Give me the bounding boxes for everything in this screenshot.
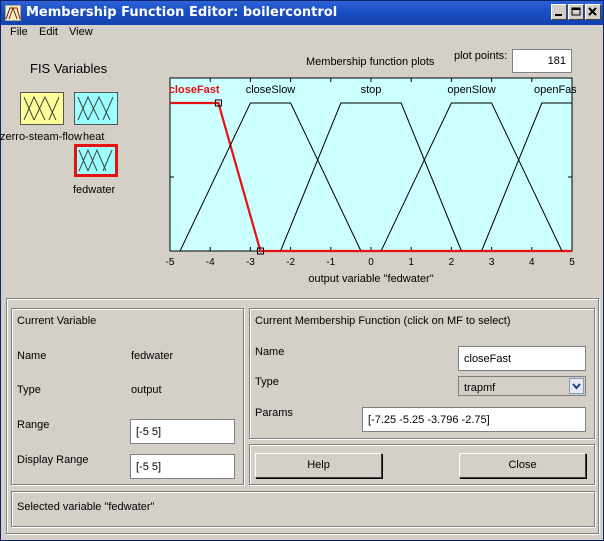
- title-bar[interactable]: Membership Function Editor: boilercontro…: [1, 1, 603, 25]
- mf-label-openFast: openFast: [534, 84, 576, 96]
- menu-file[interactable]: File: [10, 26, 28, 38]
- x-tick-label: 3: [489, 257, 495, 268]
- mf-name-input[interactable]: closeFast: [458, 346, 586, 371]
- output-mf-icon: [78, 148, 113, 172]
- menu-bar: File Edit View: [1, 25, 603, 41]
- variable-name-value: fedwater: [131, 350, 174, 362]
- minimize-icon: [555, 14, 562, 16]
- range-label: Range: [17, 419, 50, 431]
- x-tick-label: 2: [449, 257, 455, 268]
- x-tick-label: 5: [569, 257, 575, 268]
- mf-type-value: trapmf: [464, 382, 496, 394]
- mf-type-select[interactable]: trapmf: [458, 376, 586, 396]
- range-input[interactable]: [-5 5]: [130, 419, 235, 444]
- window-title: Membership Function Editor: boilercontro…: [26, 5, 338, 20]
- close-button[interactable]: Close: [459, 453, 586, 478]
- close-window-button[interactable]: [585, 4, 601, 20]
- status-text: Selected variable "fedwater": [17, 501, 155, 513]
- x-axis-label: output variable "fedwater": [308, 273, 433, 285]
- x-tick-label: 1: [408, 257, 414, 268]
- x-tick-label: 4: [529, 257, 535, 268]
- mf-label-openSlow: openSlow: [447, 84, 495, 96]
- menu-edit[interactable]: Edit: [39, 26, 58, 38]
- mf-params-input[interactable]: [-7.25 -5.25 -3.796 -2.75]: [362, 407, 586, 432]
- variable-name-label: Name: [17, 350, 47, 362]
- variable-type-label: Type: [17, 384, 41, 396]
- mf-params-label: Params: [255, 407, 293, 419]
- mf-label-stop: stop: [361, 84, 382, 96]
- maximize-icon: [571, 7, 581, 16]
- mf-label-closeFast: closeFast: [169, 84, 220, 96]
- maximize-button[interactable]: [568, 4, 584, 20]
- current-variable-title: Current Variable: [17, 315, 97, 327]
- fis-variable-label-zerro-steam-flow: zerro-steam-flow: [0, 131, 82, 143]
- fis-variable-label-fedwater: fedwater: [73, 184, 116, 196]
- x-tick-label: -5: [166, 257, 175, 268]
- mf-editor-window: Membership Function Editor: boilercontro…: [0, 0, 604, 541]
- fis-variable-zerro-steam-flow[interactable]: [20, 92, 64, 125]
- mf-plots-header: Membership function plots: [306, 56, 435, 68]
- plot-points-input[interactable]: 181: [512, 49, 572, 73]
- mf-name-label: Name: [255, 346, 285, 358]
- mf-label-closeSlow: closeSlow: [246, 84, 296, 96]
- help-button[interactable]: Help: [255, 453, 382, 478]
- x-tick-label: -1: [326, 257, 335, 268]
- x-tick-label: 0: [368, 257, 374, 268]
- x-tick-label: -4: [206, 257, 215, 268]
- plot-area: [169, 77, 573, 252]
- fis-variable-label-heat: heat: [83, 131, 105, 143]
- close-icon: [588, 7, 597, 16]
- membership-function-plot[interactable]: 00.51-5-4-3-2-1012345output variable "fe…: [166, 76, 576, 296]
- dropdown-arrow[interactable]: [569, 378, 584, 394]
- x-tick-label: -3: [246, 257, 255, 268]
- fis-variables-title: FIS Variables: [30, 61, 108, 76]
- plot-points-label: plot points:: [454, 50, 508, 62]
- fis-variable-fedwater[interactable]: [74, 144, 118, 177]
- mf-type-label: Type: [255, 376, 279, 388]
- display-range-label: Display Range: [17, 454, 89, 466]
- input-mf-icon: [23, 95, 60, 121]
- matlab-icon: [5, 5, 21, 21]
- minimize-button[interactable]: [551, 4, 567, 20]
- chevron-down-icon: [572, 383, 581, 390]
- variable-type-value: output: [131, 384, 162, 396]
- current-mf-title: Current Membership Function (click on MF…: [255, 315, 511, 327]
- menu-view[interactable]: View: [69, 26, 93, 38]
- input-mf-icon: [77, 95, 114, 121]
- display-range-input[interactable]: [-5 5]: [130, 454, 235, 479]
- fis-variable-heat[interactable]: [74, 92, 118, 125]
- x-tick-label: -2: [286, 257, 295, 268]
